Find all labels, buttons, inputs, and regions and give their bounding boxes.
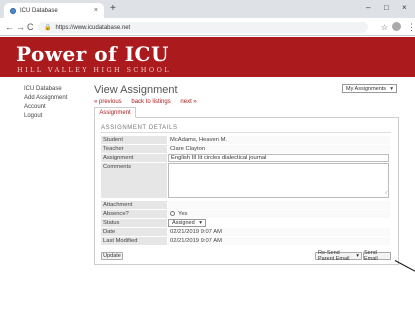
minimize-icon[interactable]: – <box>366 2 370 14</box>
last-modified-label: Last Modified <box>101 237 167 245</box>
new-tab-icon[interactable]: + <box>110 3 116 15</box>
site-logo-subtitle: HILL VALLEY HIGH SCHOOL <box>17 66 172 74</box>
site-logo-title: Power of ICU <box>16 42 169 66</box>
address-bar: ← → C 🔒 https://www.icudatabase.net ☆ ⋮ <box>0 18 415 36</box>
teacher-label: Teacher <box>101 145 167 153</box>
sidebar-item-logout[interactable]: Logout <box>24 112 84 121</box>
student-label: Student <box>101 136 167 144</box>
close-tab-icon[interactable]: × <box>94 7 98 14</box>
last-modified-value: 02/21/2019 9:07 AM <box>168 237 390 245</box>
assignment-label: Assignment <box>101 154 167 162</box>
date-value: 02/21/2019 9:07 AM <box>168 228 390 236</box>
status-select[interactable]: Assigned ▾ <box>168 219 206 227</box>
page-title: View Assignment <box>94 84 178 96</box>
close-window-icon[interactable]: × <box>402 2 407 14</box>
absence-yes-radio[interactable] <box>170 211 175 216</box>
parent-email-select[interactable]: Re-Send Parent Email ▾ <box>315 250 362 262</box>
form-row-comments: Comments ∕ <box>101 163 390 198</box>
absence-value: Yes <box>168 210 390 218</box>
previous-link[interactable]: « previous <box>94 99 122 105</box>
attachment-value <box>168 201 390 209</box>
url-bar[interactable]: 🔒 https://www.icudatabase.net ☆ <box>38 22 388 33</box>
form-row-last-modified: Last Modified 02/21/2019 9:07 AM <box>101 237 390 245</box>
assignment-input[interactable]: English III lit circles dialectical jour… <box>168 154 389 162</box>
comments-label: Comments <box>101 163 167 198</box>
next-link[interactable]: next » <box>180 99 196 105</box>
attachment-label: Attachment <box>101 201 167 209</box>
lock-icon: 🔒 <box>44 25 52 31</box>
section-heading: ASSIGNMENT DETAILS <box>101 125 178 131</box>
browser-tab-bar: ICU Database × + – □ × <box>0 0 415 18</box>
tab-strip: Assignment <box>94 107 399 118</box>
profile-avatar-icon[interactable] <box>392 22 401 31</box>
chevron-down-icon: ▾ <box>390 85 393 92</box>
back-to-listings-link[interactable]: back to listings <box>131 99 170 105</box>
teacher-value: Clare Clayton <box>168 145 390 153</box>
section-divider <box>101 132 391 133</box>
annotation-line <box>394 260 415 275</box>
url-text: https://www.icudatabase.net <box>55 24 131 31</box>
assignments-view-value: My Assignments <box>346 85 387 92</box>
chevron-down-icon: ▾ <box>199 220 202 226</box>
absence-label: Absence? <box>101 210 167 218</box>
assignments-view-select[interactable]: My Assignments ▾ <box>342 84 397 93</box>
form-row-teacher: Teacher Clare Clayton <box>101 145 390 153</box>
send-email-button[interactable]: Send Email <box>363 250 391 262</box>
parent-email-select-value: Re-Send Parent Email <box>318 250 350 262</box>
form-row-status: Status Assigned ▾ <box>101 219 390 227</box>
reload-icon[interactable]: C <box>27 21 34 33</box>
bookmark-star-icon[interactable]: ☆ <box>381 23 388 32</box>
site-favicon-icon <box>10 7 16 14</box>
status-label: Status <box>101 219 167 227</box>
back-icon[interactable]: ← <box>5 21 14 33</box>
maximize-icon[interactable]: □ <box>384 2 389 14</box>
form-row-attachment: Attachment <box>101 201 390 209</box>
browser-menu-icon[interactable]: ⋮ <box>407 21 415 33</box>
sidebar-item-account[interactable]: Account <box>24 103 84 112</box>
comments-textarea[interactable]: ∕ <box>168 163 389 198</box>
pagination-links: « previous back to listings next » <box>94 98 205 106</box>
browser-tab[interactable]: ICU Database × <box>4 3 104 18</box>
sidebar-nav: ICU Database Add Assignment Account Logo… <box>24 85 84 121</box>
form-row-assignment: Assignment English III lit circles diale… <box>101 154 390 162</box>
form-row-absence: Absence? Yes <box>101 210 390 218</box>
forward-icon[interactable]: → <box>16 21 25 33</box>
status-value: Assigned <box>172 220 195 226</box>
form-row-student: Student McAdams, Heaven M. <box>101 136 390 144</box>
resize-grip-icon[interactable]: ∕ <box>386 191 387 196</box>
tab-assignment[interactable]: Assignment <box>94 107 136 118</box>
update-button[interactable]: Update <box>101 252 123 260</box>
sidebar-item-icu-database[interactable]: ICU Database <box>24 85 84 94</box>
form-row-date: Date 02/21/2019 9:07 AM <box>101 228 390 236</box>
chevron-down-icon: ▾ <box>356 253 359 259</box>
date-label: Date <box>101 228 167 236</box>
absence-yes-label: Yes <box>178 211 188 218</box>
tab-title: ICU Database <box>20 7 58 14</box>
student-value: McAdams, Heaven M. <box>168 136 390 144</box>
sidebar-item-add-assignment[interactable]: Add Assignment <box>24 94 84 103</box>
